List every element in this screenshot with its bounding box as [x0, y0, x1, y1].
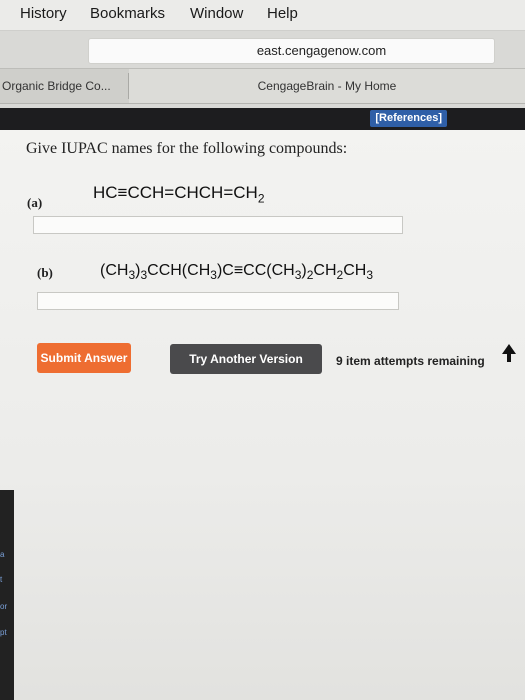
- part-a-label: (a): [27, 195, 43, 210]
- strip-glyph: t: [0, 575, 3, 584]
- formula-a: HC≡CCH=CHCH=CH2: [93, 183, 265, 206]
- attempts-remaining-text: 9 item attempts remaining: [336, 354, 485, 368]
- assignment-toolbar: [References]: [0, 108, 525, 130]
- strip-glyph: or: [0, 602, 8, 611]
- try-another-version-button[interactable]: Try Another Version: [170, 344, 322, 374]
- question-prompt: Give IUPAC names for the following compo…: [26, 140, 348, 157]
- tab-label: Organic Bridge Co...: [2, 79, 111, 93]
- strip-glyph: a: [0, 550, 5, 559]
- answer-input-b[interactable]: [37, 292, 399, 310]
- mouse-cursor-icon: [502, 344, 516, 362]
- part-b-label: (b): [37, 265, 53, 280]
- tab-cengagebrain[interactable]: CengageBrain - My Home: [129, 69, 525, 103]
- references-button[interactable]: [References]: [370, 110, 447, 127]
- submit-answer-button[interactable]: Submit Answer: [37, 343, 131, 373]
- url-text: east.cengagenow.com: [256, 43, 387, 58]
- menu-history[interactable]: History: [20, 5, 67, 22]
- tab-bar: Organic Bridge Co... CengageBrain - My H…: [0, 68, 525, 104]
- left-sidebar-strip: a t or pt: [0, 490, 14, 700]
- tab-organic-bridge[interactable]: Organic Bridge Co...: [2, 69, 126, 103]
- menu-help[interactable]: Help: [267, 5, 298, 22]
- answer-input-a[interactable]: [33, 216, 403, 234]
- menu-bookmarks[interactable]: Bookmarks: [90, 5, 165, 22]
- tab-label: CengageBrain - My Home: [257, 79, 397, 93]
- strip-glyph: pt: [0, 628, 7, 637]
- menubar: History Bookmarks Window Help: [0, 0, 525, 31]
- formula-b: (CH3)3CCH(CH3)C≡CC(CH3)2CH2CH3: [100, 262, 373, 283]
- address-bar[interactable]: east.cengagenow.com: [88, 38, 495, 64]
- menu-window[interactable]: Window: [190, 5, 243, 22]
